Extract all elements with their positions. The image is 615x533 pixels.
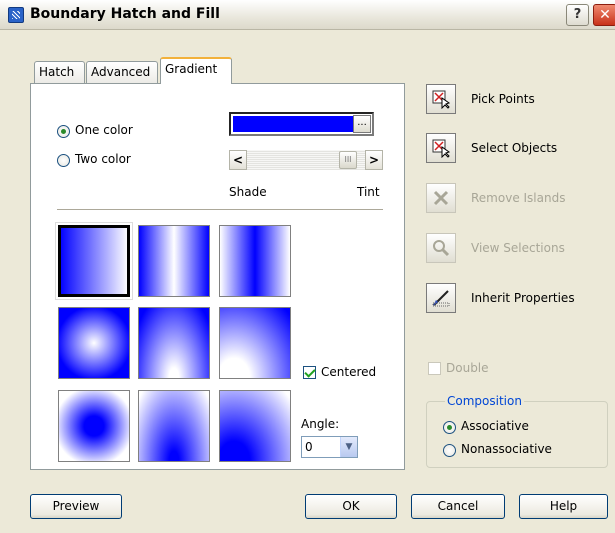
remove-islands-label: Remove Islands: [471, 191, 566, 205]
slider-thumb[interactable]: III: [339, 151, 357, 169]
inherit-properties-button[interactable]: [426, 283, 456, 313]
view-selections-label: View Selections: [471, 241, 565, 255]
select-objects-label: Select Objects: [471, 141, 558, 155]
separator: [57, 209, 383, 211]
tint-label: Tint: [357, 185, 380, 199]
ok-button[interactable]: OK: [305, 494, 397, 519]
select-objects-button[interactable]: [426, 133, 456, 163]
nonassociative-radio[interactable]: [443, 444, 456, 457]
pick-points-label: Pick Points: [471, 92, 535, 106]
double-checkbox[interactable]: [428, 362, 441, 375]
preview-button[interactable]: Preview: [30, 494, 122, 519]
close-icon[interactable]: ✕: [593, 4, 615, 26]
tab-gradient[interactable]: Gradient: [160, 57, 232, 84]
color-fill: [233, 116, 355, 132]
centered-checkbox[interactable]: [303, 366, 316, 379]
help-button[interactable]: Help: [519, 494, 608, 519]
pattern-hemispherical[interactable]: [138, 307, 210, 379]
remove-islands-icon: [433, 190, 449, 206]
pattern-spherical[interactable]: [58, 307, 130, 379]
magnifier-icon: [433, 240, 450, 257]
pick-points-button[interactable]: [426, 84, 456, 114]
centered-label: Centered: [321, 365, 377, 379]
color-swatch[interactable]: ...: [229, 112, 374, 136]
associative-radio[interactable]: [443, 421, 456, 434]
pick-points-icon: [432, 90, 451, 109]
chevron-down-icon[interactable]: ▼: [340, 437, 357, 457]
angle-value: 0: [305, 440, 313, 454]
tab-hatch[interactable]: Hatch: [34, 61, 85, 83]
tab-advanced[interactable]: Advanced: [86, 61, 158, 83]
pattern-inverted-spherical[interactable]: [58, 390, 130, 462]
color-picker-button[interactable]: ...: [353, 115, 371, 133]
pattern-curved[interactable]: [219, 307, 291, 379]
one-color-label: One color: [75, 123, 133, 137]
shade-tint-slider[interactable]: < III >: [229, 150, 383, 170]
select-objects-icon: [432, 139, 451, 158]
double-label: Double: [446, 361, 489, 375]
pattern-inverted-curved[interactable]: [219, 390, 291, 462]
help-icon[interactable]: ?: [566, 4, 589, 26]
pattern-cylinder[interactable]: [138, 225, 210, 297]
shade-label: Shade: [229, 185, 267, 199]
window-title: Boundary Hatch and Fill: [30, 6, 220, 22]
one-color-radio[interactable]: [57, 125, 70, 138]
composition-group: [426, 401, 608, 468]
slider-right-arrow[interactable]: >: [365, 150, 383, 170]
hatch-app-icon: [8, 7, 24, 23]
pattern-linear[interactable]: [56, 223, 132, 299]
associative-label: Associative: [461, 419, 529, 433]
cancel-button[interactable]: Cancel: [411, 494, 505, 519]
composition-title: Composition: [445, 394, 524, 408]
angle-select[interactable]: 0 ▼: [301, 436, 358, 458]
inherit-properties-label: Inherit Properties: [471, 291, 575, 305]
nonassociative-label: Nonassociative: [461, 442, 552, 456]
pattern-inverted-cylinder[interactable]: [219, 225, 291, 297]
view-selections-button[interactable]: [426, 233, 456, 263]
angle-label: Angle:: [301, 417, 340, 431]
two-color-radio[interactable]: [57, 154, 70, 167]
slider-left-arrow[interactable]: <: [229, 150, 247, 170]
remove-islands-button[interactable]: [426, 183, 456, 213]
paintbrush-icon: [432, 290, 450, 307]
two-color-label: Two color: [75, 152, 131, 166]
title-bar: Boundary Hatch and Fill ? ✕: [0, 0, 615, 30]
pattern-inverted-hemispherical[interactable]: [138, 390, 210, 462]
